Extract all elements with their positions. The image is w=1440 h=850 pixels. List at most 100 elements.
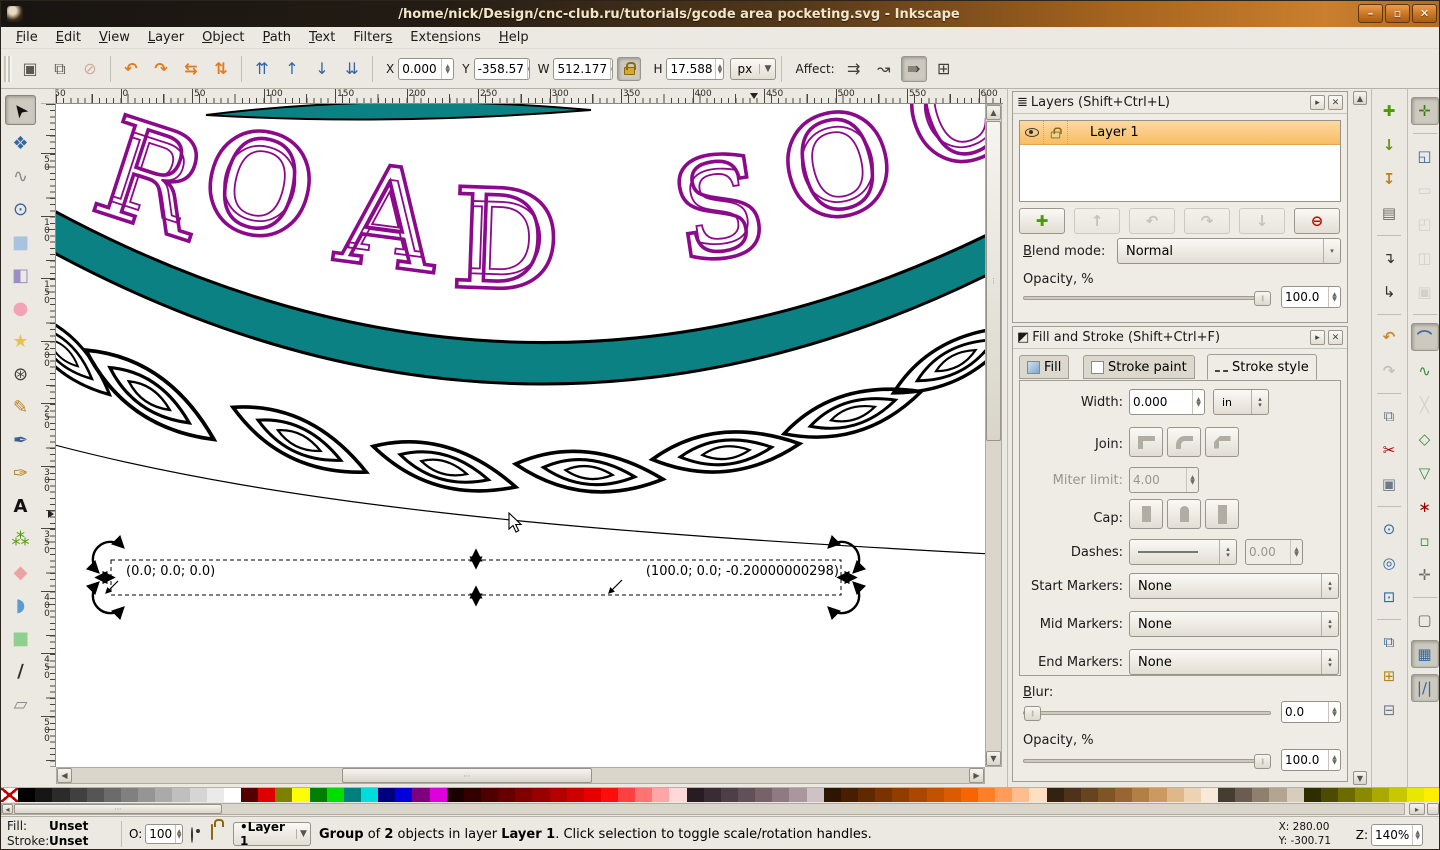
rectangle-tool[interactable]: ■ bbox=[5, 227, 36, 257]
select-all-icon[interactable]: ▣ bbox=[17, 56, 43, 82]
snap-bbox-centers-icon[interactable]: ▣ bbox=[1411, 278, 1439, 306]
object-opacity-field[interactable]: 100▲▼ bbox=[145, 824, 183, 844]
color-swatch[interactable] bbox=[1201, 788, 1218, 802]
blend-mode-select[interactable]: Normal▾ bbox=[1117, 238, 1341, 264]
snap-guides-icon[interactable]: |∕| bbox=[1411, 674, 1439, 702]
zoom-tool[interactable]: ⊙ bbox=[5, 194, 36, 224]
menu-filters[interactable]: Filters bbox=[344, 28, 401, 47]
color-swatch[interactable] bbox=[652, 788, 669, 802]
add-layer-button[interactable]: ✚ bbox=[1019, 208, 1065, 234]
color-swatch[interactable] bbox=[190, 788, 207, 802]
blur-field[interactable]: 0.0▲▼ bbox=[1281, 701, 1341, 723]
palette-scrollbar[interactable]: ◂ ⋯ ▸ bbox=[1, 803, 1440, 815]
color-swatch[interactable] bbox=[807, 788, 824, 802]
color-swatch[interactable] bbox=[1304, 788, 1321, 802]
layers-opacity-slider[interactable]: ∥ bbox=[1023, 296, 1271, 300]
color-swatch[interactable] bbox=[481, 788, 498, 802]
lower-layer-button[interactable]: ↷ bbox=[1184, 208, 1230, 234]
color-swatch[interactable] bbox=[1115, 788, 1132, 802]
color-swatch[interactable] bbox=[395, 788, 412, 802]
panel-close-button[interactable]: ✕ bbox=[1328, 95, 1343, 110]
dropper-tool[interactable]: ∕ bbox=[5, 656, 36, 686]
affect-patterns-icon[interactable]: ⊞ bbox=[931, 56, 957, 82]
snap-bbox-icon[interactable]: ◱ bbox=[1411, 142, 1439, 170]
save-document-icon[interactable]: ↧ bbox=[1375, 165, 1403, 193]
color-swatch[interactable] bbox=[430, 788, 447, 802]
palette-menu-button[interactable]: ▸ bbox=[1409, 803, 1425, 815]
color-swatch[interactable] bbox=[1321, 788, 1338, 802]
vertical-scrollbar-thumb[interactable]: ⋮ bbox=[986, 121, 1001, 441]
undo-icon[interactable]: ↶ bbox=[1375, 323, 1403, 351]
color-swatch[interactable] bbox=[789, 788, 806, 802]
cap-butt-button[interactable] bbox=[1129, 499, 1163, 529]
palette-config-button[interactable] bbox=[1427, 803, 1439, 815]
canvas[interactable]: RROOAADDSSOOCC (0.0; 0.0; 0.0)(100.0; 0.… bbox=[56, 104, 985, 767]
box3d-tool[interactable]: ◧ bbox=[5, 260, 36, 290]
color-swatch[interactable] bbox=[1012, 788, 1029, 802]
color-swatch[interactable] bbox=[1218, 788, 1235, 802]
snap-enable-icon[interactable]: ✛ bbox=[1411, 97, 1439, 125]
redo-icon[interactable]: ↷ bbox=[1375, 357, 1403, 385]
flip-horizontal-icon[interactable]: ⇆ bbox=[178, 56, 204, 82]
layer-visibility-toggle[interactable] bbox=[1020, 121, 1044, 144]
tab-stroke-paint[interactable]: Stroke paint bbox=[1083, 355, 1195, 379]
close-button[interactable]: ✕ bbox=[1412, 4, 1437, 23]
menu-edit[interactable]: Edit bbox=[47, 28, 90, 47]
unlink-clone-icon[interactable]: ⊟ bbox=[1375, 696, 1403, 724]
tab-stroke-style[interactable]: Stroke style bbox=[1207, 354, 1317, 380]
x-field[interactable]: 0.000▲▼ bbox=[398, 58, 454, 80]
toolbar-grip[interactable] bbox=[4, 56, 12, 82]
color-swatch[interactable] bbox=[52, 788, 69, 802]
pencil-tool[interactable]: ✎ bbox=[5, 392, 36, 422]
unit-select[interactable]: px▼ bbox=[730, 58, 776, 80]
color-swatch[interactable] bbox=[584, 788, 601, 802]
mid-markers-select[interactable]: None▴▾ bbox=[1129, 611, 1339, 637]
spiral-tool[interactable]: ⊛ bbox=[5, 359, 36, 389]
connector-tool[interactable]: ▱ bbox=[5, 689, 36, 719]
color-swatch[interactable] bbox=[1047, 788, 1064, 802]
scroll-down-button[interactable]: ▼ bbox=[1353, 771, 1367, 785]
color-swatch[interactable] bbox=[1338, 788, 1355, 802]
color-swatch[interactable] bbox=[515, 788, 532, 802]
color-swatch[interactable] bbox=[87, 788, 104, 802]
color-swatch[interactable] bbox=[858, 788, 875, 802]
slider-thumb[interactable]: ∥ bbox=[1254, 754, 1271, 769]
color-swatch[interactable] bbox=[224, 788, 241, 802]
color-swatch[interactable] bbox=[1355, 788, 1372, 802]
calligraphy-tool[interactable]: ✑ bbox=[5, 458, 36, 488]
color-swatch[interactable] bbox=[258, 788, 275, 802]
cut-icon[interactable]: ✂ bbox=[1375, 436, 1403, 464]
color-swatch[interactable] bbox=[738, 788, 755, 802]
slider-thumb[interactable]: ∥ bbox=[1024, 706, 1041, 721]
snap-paths-icon[interactable]: ∿ bbox=[1411, 357, 1439, 385]
snap-object-centers-icon[interactable]: ▫ bbox=[1411, 527, 1439, 555]
panel-close-button[interactable]: ✕ bbox=[1328, 330, 1343, 345]
panel-menu-button[interactable]: ▸ bbox=[1310, 330, 1325, 345]
swatch-none[interactable] bbox=[1, 788, 18, 802]
color-swatch[interactable] bbox=[172, 788, 189, 802]
stroke-width-field[interactable]: 0.000▲▼ bbox=[1129, 389, 1205, 415]
ellipse-tool[interactable]: ● bbox=[5, 293, 36, 323]
raise-icon[interactable]: ↑ bbox=[279, 56, 305, 82]
join-round-button[interactable] bbox=[1167, 427, 1201, 457]
palette-scroll-left-button[interactable]: ◂ bbox=[2, 804, 13, 814]
fs-opacity-slider[interactable]: ∥ bbox=[1023, 759, 1271, 763]
color-swatch[interactable] bbox=[909, 788, 926, 802]
delete-layer-button[interactable]: ⊖ bbox=[1294, 208, 1340, 234]
color-swatch[interactable] bbox=[1081, 788, 1098, 802]
color-swatch[interactable] bbox=[241, 788, 258, 802]
layer-lock-toggle[interactable] bbox=[1044, 121, 1068, 144]
fs-opacity-field[interactable]: 100.0▲▼ bbox=[1281, 749, 1341, 771]
horizontal-scrollbar-thumb[interactable]: ⋯ bbox=[342, 768, 592, 783]
join-miter-button[interactable] bbox=[1129, 427, 1163, 457]
color-swatch[interactable] bbox=[327, 788, 344, 802]
raise-layer-button[interactable]: ↶ bbox=[1129, 208, 1175, 234]
horizontal-ruler[interactable]: -50050100150200250300350400450500550600 bbox=[56, 89, 1003, 104]
color-swatch[interactable] bbox=[464, 788, 481, 802]
cap-square-button[interactable] bbox=[1205, 499, 1239, 529]
color-swatch[interactable] bbox=[961, 788, 978, 802]
layers-opacity-field[interactable]: 100.0▲▼ bbox=[1281, 286, 1341, 308]
menu-layer[interactable]: Layer bbox=[139, 28, 193, 47]
color-swatch[interactable] bbox=[669, 788, 686, 802]
color-swatch[interactable] bbox=[944, 788, 961, 802]
